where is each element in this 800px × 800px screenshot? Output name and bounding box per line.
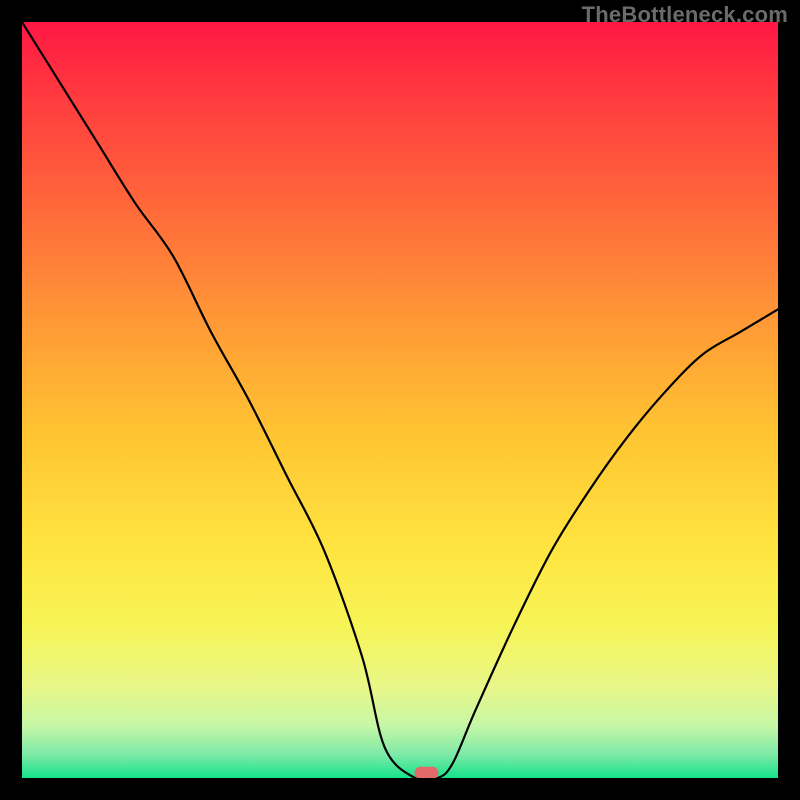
chart-frame: TheBottleneck.com xyxy=(0,0,800,800)
plot-area xyxy=(22,22,778,778)
watermark-text: TheBottleneck.com xyxy=(582,2,788,28)
bottleneck-chart xyxy=(22,22,778,778)
gradient-background xyxy=(22,22,778,778)
optimal-marker xyxy=(414,767,438,778)
